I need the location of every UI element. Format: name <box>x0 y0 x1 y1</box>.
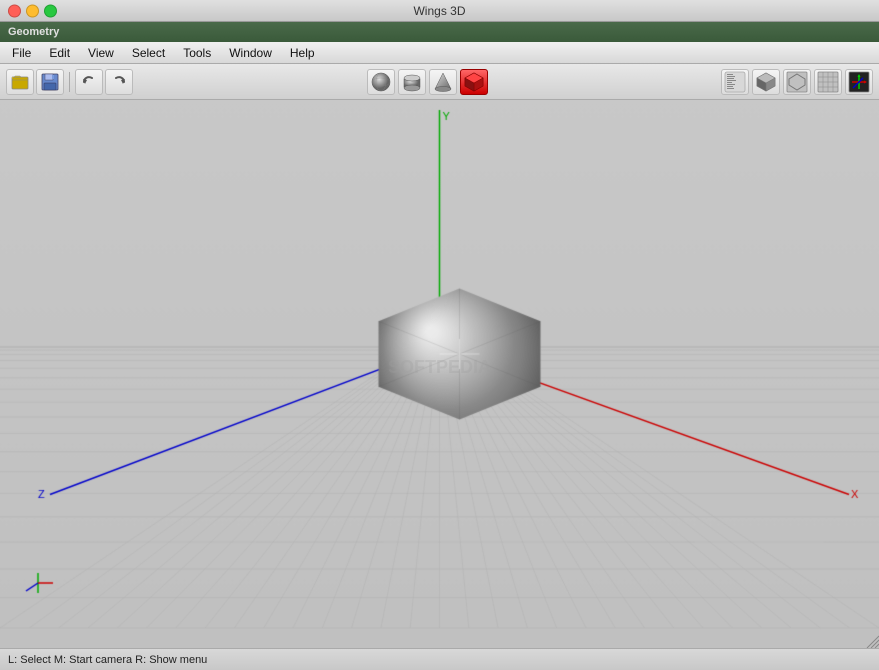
menu-file[interactable]: File <box>4 44 39 62</box>
save-button[interactable] <box>36 69 64 95</box>
undo-button[interactable] <box>75 69 103 95</box>
wireframe-icon <box>817 71 839 93</box>
axes-icon <box>848 71 870 93</box>
cube-button[interactable] <box>460 69 488 95</box>
redo-icon <box>110 73 128 91</box>
toolbar-center <box>135 69 719 95</box>
cylinder-icon <box>401 71 423 93</box>
status-bar: L: Select M: Start camera R: Show menu <box>0 648 879 670</box>
flat-view-icon <box>786 71 808 93</box>
undo-icon <box>80 73 98 91</box>
perspective-view-icon <box>755 71 777 93</box>
menu-help[interactable]: Help <box>282 44 323 62</box>
window-title: Wings 3D <box>413 4 465 18</box>
menu-bar: File Edit View Select Tools Window Help <box>0 42 879 64</box>
axes-button[interactable] <box>845 69 873 95</box>
sphere-button[interactable] <box>367 69 395 95</box>
info-icon <box>724 71 746 93</box>
minimize-button[interactable] <box>26 4 39 17</box>
maximize-button[interactable] <box>44 4 57 17</box>
toolbar-separator-1 <box>69 72 70 92</box>
redo-button[interactable] <box>105 69 133 95</box>
panel-label-bar: Geometry <box>0 22 879 42</box>
perspective-view-button[interactable] <box>752 69 780 95</box>
close-button[interactable] <box>8 4 21 17</box>
menu-edit[interactable]: Edit <box>41 44 78 62</box>
save-icon <box>41 73 59 91</box>
viewport[interactable]: SOFTPEDIA <box>0 100 879 648</box>
sphere-icon <box>370 71 392 93</box>
resize-icon <box>865 634 879 648</box>
menu-view[interactable]: View <box>80 44 122 62</box>
cylinder-button[interactable] <box>398 69 426 95</box>
toolbar-right <box>721 69 873 95</box>
status-text: L: Select M: Start camera R: Show menu <box>8 654 207 666</box>
menu-tools[interactable]: Tools <box>175 44 219 62</box>
resize-corner[interactable] <box>865 634 879 648</box>
cone-button[interactable] <box>429 69 457 95</box>
wireframe-button[interactable] <box>814 69 842 95</box>
grid-canvas <box>0 100 879 648</box>
cone-icon <box>432 71 454 93</box>
info-button[interactable] <box>721 69 749 95</box>
open-icon <box>11 73 29 91</box>
toolbar <box>0 64 879 100</box>
window-controls <box>8 4 57 17</box>
flat-view-button[interactable] <box>783 69 811 95</box>
menu-select[interactable]: Select <box>124 44 173 62</box>
panel-label-text: Geometry <box>8 26 59 38</box>
app-container: Geometry File Edit View Select Tools Win… <box>0 22 879 670</box>
menu-window[interactable]: Window <box>221 44 280 62</box>
open-button[interactable] <box>6 69 34 95</box>
cube-icon <box>463 71 485 93</box>
title-bar: Wings 3D <box>0 0 879 22</box>
